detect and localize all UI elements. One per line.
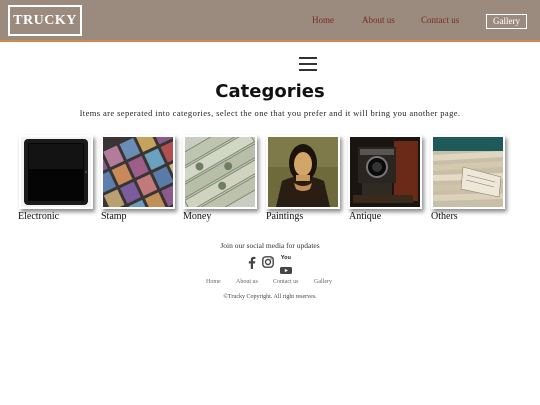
- instagram-icon[interactable]: [262, 256, 274, 268]
- category-label[interactable]: Others: [431, 211, 458, 222]
- category-label[interactable]: Paintings: [266, 211, 303, 222]
- copyright-text: ©Trucky Copyright. All right reserves.: [223, 294, 317, 300]
- youtube-logo-shape: [280, 267, 292, 274]
- category-label[interactable]: Antique: [349, 211, 381, 222]
- nav-contact-link[interactable]: Contact us: [421, 15, 459, 25]
- facebook-icon[interactable]: [248, 256, 256, 269]
- category-card-others[interactable]: [431, 135, 505, 209]
- site-logo[interactable]: TRUCKY: [8, 5, 82, 36]
- tablet-image: [21, 137, 91, 207]
- footer-home-link[interactable]: Home: [206, 279, 221, 285]
- page-subtitle: Items are seperated into categories, sel…: [79, 108, 461, 118]
- nav-about-link[interactable]: About us: [362, 15, 395, 25]
- category-card-antique[interactable]: [348, 135, 422, 209]
- banknotes-image: [185, 137, 255, 207]
- category-card-paintings[interactable]: [266, 135, 340, 209]
- stamps-image: [103, 137, 173, 207]
- page-title: Categories: [215, 81, 325, 102]
- category-card-electronic[interactable]: [19, 135, 93, 209]
- footer-gallery-link[interactable]: Gallery: [314, 279, 332, 285]
- youtube-icon-text: You: [280, 255, 292, 261]
- old-camera-image: [350, 137, 420, 207]
- youtube-icon[interactable]: You: [280, 255, 292, 274]
- category-card-stamp[interactable]: [101, 135, 175, 209]
- nav-home-link[interactable]: Home: [312, 15, 334, 25]
- category-label[interactable]: Electronic: [18, 211, 59, 222]
- nav-gallery-button[interactable]: Gallery: [486, 14, 527, 29]
- social-media-text: Join our social media for updates: [220, 241, 320, 250]
- category-label[interactable]: Money: [183, 211, 211, 222]
- footer-about-link[interactable]: About us: [236, 279, 258, 285]
- mona-lisa-image: [268, 137, 338, 207]
- category-label[interactable]: Stamp: [101, 211, 127, 222]
- hamburger-menu-icon[interactable]: [299, 56, 317, 73]
- site-header: TRUCKY Home About us Contact us Gallery: [0, 0, 540, 42]
- paper-stack-image: [433, 137, 503, 207]
- category-card-money[interactable]: [183, 135, 257, 209]
- footer-contact-link[interactable]: Contact us: [273, 279, 299, 285]
